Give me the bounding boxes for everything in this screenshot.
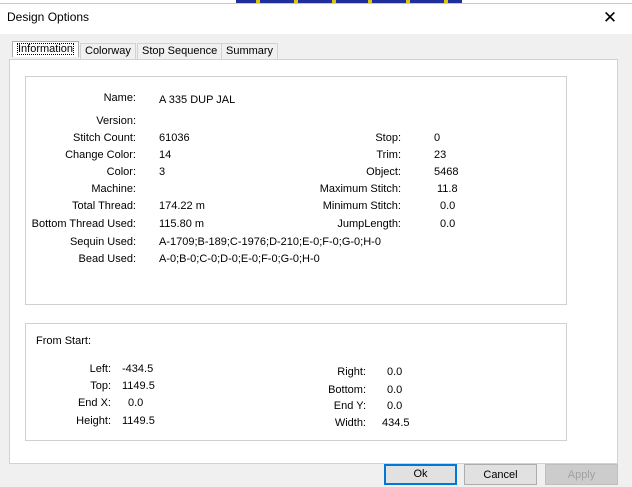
trim-label: Trim: — [376, 149, 401, 161]
information-panel: Name: A 335 DUP JAL Version: Stitch Coun… — [9, 59, 618, 464]
stitch-count-label: Stitch Count: — [73, 132, 136, 144]
sequin-used-value: A-1709;B-189;C-1976;D-210;E-0;F-0;G-0;H-… — [159, 236, 381, 248]
object-value: 5468 — [434, 166, 459, 178]
left-label: Left: — [89, 363, 111, 375]
tab-information-label: Information — [17, 43, 75, 55]
bottom-thread-label: Bottom Thread Used: — [31, 218, 136, 230]
height-label: Height: — [76, 415, 111, 427]
tab-summary[interactable]: Summary — [221, 43, 279, 59]
height-value: 1149.5 — [122, 415, 155, 427]
right-label: Right: — [337, 366, 366, 378]
cancel-button[interactable]: Cancel — [464, 464, 537, 485]
color-value: 3 — [159, 166, 166, 178]
end-y-value: 0.0 — [387, 400, 403, 412]
from-start-group: From Start: Left: -434.5 Top: 1149.5 End… — [25, 323, 567, 441]
bottom-value: 0.0 — [387, 384, 403, 396]
max-stitch-value: 11.8 — [437, 183, 458, 195]
tab-information[interactable]: Information — [12, 41, 80, 57]
tab-colorway[interactable]: Colorway — [80, 43, 136, 59]
total-thread-label: Total Thread: — [71, 200, 136, 212]
right-value: 0.0 — [387, 366, 403, 378]
bottom-thread-value: 115.80 m — [159, 218, 205, 230]
close-icon[interactable]: ✕ — [598, 8, 622, 28]
bead-used-label: Bead Used: — [78, 253, 136, 265]
left-value: -434.5 — [122, 363, 154, 375]
stitch-count-value: 61036 — [159, 132, 190, 144]
bead-used-value: A-0;B-0;C-0;D-0;E-0;F-0;G-0;H-0 — [159, 253, 320, 265]
machine-label: Machine: — [91, 183, 136, 195]
info-group: Name: A 335 DUP JAL Version: Stitch Coun… — [25, 76, 567, 305]
change-color-label: Change Color: — [65, 149, 136, 161]
tab-stop-sequence[interactable]: Stop Sequence — [137, 43, 223, 59]
name-value: A 335 DUP JAL — [159, 94, 236, 106]
min-stitch-label: Minimum Stitch: — [322, 200, 401, 212]
min-stitch-value: 0.0 — [440, 200, 456, 212]
top-value: 1149.5 — [122, 380, 155, 392]
end-x-label: End X: — [77, 397, 111, 409]
total-thread-value: 174.22 m — [159, 200, 205, 212]
window-title: Design Options — [7, 10, 90, 24]
top-label: Top: — [90, 380, 111, 392]
apply-button[interactable]: Apply — [545, 464, 618, 485]
jump-length-value: 0.0 — [440, 218, 456, 230]
ok-button[interactable]: Ok — [384, 464, 457, 485]
color-label: Color: — [106, 166, 136, 178]
change-color-value: 14 — [159, 149, 172, 161]
name-label: Name: — [103, 92, 136, 104]
stop-value: 0 — [434, 132, 441, 144]
version-label: Version: — [96, 115, 136, 127]
width-label: Width: — [334, 417, 366, 429]
bottom-label: Bottom: — [328, 384, 366, 396]
jump-length-label: JumpLength: — [337, 218, 401, 230]
end-y-label: End Y: — [333, 400, 366, 412]
max-stitch-label: Maximum Stitch: — [319, 183, 401, 195]
trim-value: 23 — [434, 149, 447, 161]
width-value: 434.5 — [382, 417, 410, 429]
from-start-heading: From Start: — [36, 335, 92, 347]
sequin-used-label: Sequin Used: — [69, 236, 136, 248]
design-options-dialog: Design Options ✕ Information Colorway St… — [0, 3, 632, 487]
stop-label: Stop: — [375, 132, 401, 144]
object-label: Object: — [366, 166, 401, 178]
end-x-value: 0.0 — [128, 397, 144, 409]
